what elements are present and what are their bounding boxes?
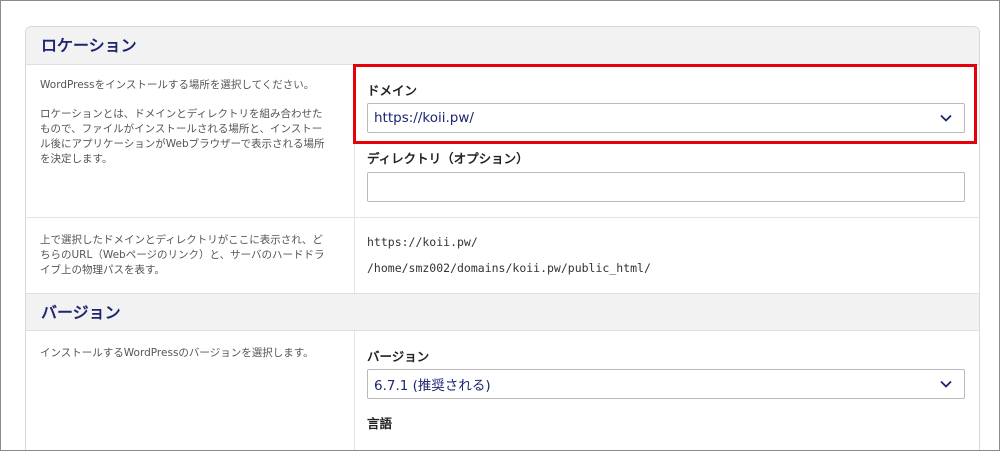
preview-url: https://koii.pw/ (367, 235, 478, 249)
column-divider (354, 217, 355, 293)
column-divider (354, 65, 355, 217)
row-divider (26, 217, 979, 218)
version-select-value: 6.7.1 (推奨される) (374, 378, 491, 394)
column-divider (354, 331, 355, 451)
location-desc-line: もので、ファイルがインストールされる場所と、インストー (40, 123, 323, 135)
version-description: インストールするWordPressのバージョンを選択します。 (40, 347, 314, 359)
domain-select-value: https://koii.pw/ (374, 110, 474, 126)
preview-desc-line: ちらのURL（Webページのリンク）と、サーバのハードドラ (40, 249, 325, 261)
preview-description: 上で選択したドメインとディレクトリがここに表示され、ど ちらのURL（Webペー… (40, 233, 340, 278)
preview-desc-line: 上で選択したドメインとディレクトリがここに表示され、ど (40, 234, 323, 246)
preview-path: /home/smz002/domains/koii.pw/public_html… (367, 261, 651, 275)
domain-label: ドメイン (367, 83, 418, 98)
location-desc-line: を決定します。 (40, 153, 113, 165)
location-desc-intro: WordPressをインストールする場所を選択してください。 (40, 79, 315, 91)
location-heading: ロケーション (26, 27, 979, 65)
preview-desc-line: イブ上の物理パスを表す。 (40, 264, 165, 276)
directory-label: ディレクトリ（オプション） (367, 151, 529, 166)
domain-select[interactable]: https://koii.pw/ (367, 103, 965, 133)
directory-input[interactable] (367, 172, 965, 202)
language-label: 言語 (367, 416, 393, 431)
chevron-down-icon (940, 114, 952, 122)
settings-panel: ロケーション WordPressをインストールする場所を選択してください。 ロケ… (25, 26, 980, 451)
location-desc-line: ル後にアプリケーションがWebブラウザーで表示される場所 (40, 138, 325, 150)
version-label: バージョン (367, 349, 430, 364)
location-desc-line: ロケーションとは、ドメインとディレクトリを組み合わせた (40, 108, 323, 120)
location-description: WordPressをインストールする場所を選択してください。 ロケーションとは、… (40, 78, 340, 167)
chevron-down-icon (940, 380, 952, 388)
version-heading: バージョン (26, 293, 979, 331)
version-select[interactable]: 6.7.1 (推奨される) (367, 369, 965, 399)
